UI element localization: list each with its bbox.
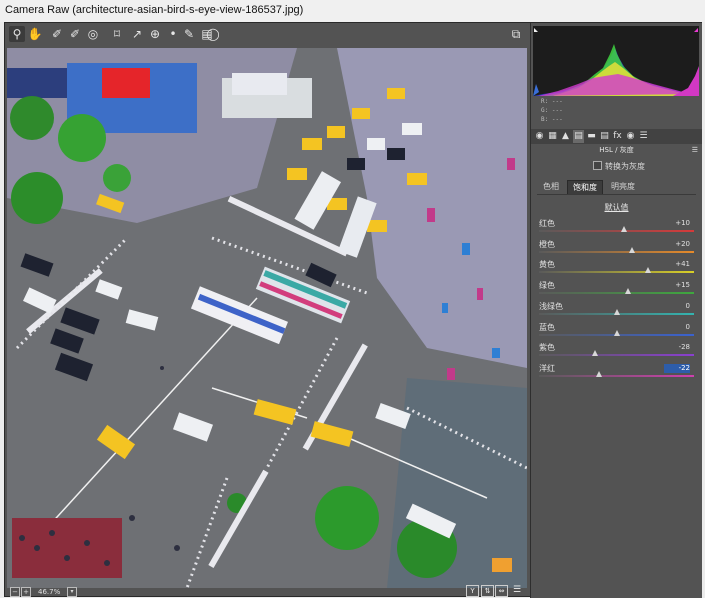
slider-thumb[interactable] [625,288,632,295]
panel-icon-bar: ◉ ▦ ▲ ▤ ▬ ▤ fx ◉ ☰ [531,129,702,144]
slider-value[interactable]: +15 [664,281,690,290]
convert-grayscale-row[interactable]: 转换为灰度 [593,161,645,172]
zoom-in-icon[interactable]: + [21,587,31,597]
zoom-icon[interactable]: ⚲ [9,26,25,42]
slider-label: 洋红 [539,363,555,373]
slider-track[interactable] [539,230,694,232]
slider-track[interactable] [539,271,694,274]
split-toning-icon[interactable]: ▬ [586,130,597,143]
slider-label: 橙色 [539,239,555,249]
slider-value[interactable]: -22 [664,363,690,373]
window-title-bar: Camera Raw (architecture-asian-bird-s-ey… [0,0,705,22]
spot-removal-icon[interactable]: ⊕ [147,26,163,42]
lens-corrections-icon[interactable]: ▤ [599,130,610,143]
tab-luminance[interactable]: 明亮度 [605,180,641,194]
target-adjust-icon[interactable]: ◎ [85,26,101,42]
slider-magenta[interactable]: 洋红 -22 [539,363,694,384]
zoom-dropdown-icon[interactable]: ▾ [67,587,77,597]
slider-label: 浅绿色 [539,301,563,311]
slider-blue[interactable]: 蓝色 0 [539,323,694,343]
white-balance-icon[interactable]: ✐ [49,26,65,42]
crop-icon[interactable]: ⌑ [109,26,125,42]
slider-thumb[interactable] [629,246,635,253]
fullscreen-icon[interactable]: ⧉ [508,26,524,42]
slider-label: 蓝色 [539,322,555,332]
slider-value[interactable]: -28 [664,343,690,352]
toolbar: ⚲ ✋ ✐ ✐ ◎ ⌑ ↗ ⊕ • ✎ ▤ ◯ ⧉ [5,23,529,47]
slider-thumb[interactable] [596,370,603,377]
slider-thumb[interactable] [591,350,598,357]
grayscale-label: 转换为灰度 [605,162,645,171]
tab-saturation[interactable]: 饱和度 [567,180,603,194]
window-title: Camera Raw (architecture-asian-bird-s-ey… [5,4,304,16]
hsl-tabs: 色相 饱和度 明亮度 [537,180,696,195]
zoom-out-icon[interactable]: − [10,587,20,597]
slider-green[interactable]: 绿色 +15 [539,281,694,301]
grayscale-checkbox[interactable] [593,161,602,170]
slider-track[interactable] [539,292,694,295]
copy-settings-icon[interactable]: ⇔ [495,585,508,597]
slider-label: 红色 [539,219,555,228]
camera-calibration-icon[interactable]: ◉ [625,130,636,143]
slider-yellow[interactable]: 黄色 +41 [539,260,694,280]
street-scene-photo [7,48,527,588]
slider-orange[interactable]: 橙色 +20 [539,240,694,260]
adjustment-brush-icon[interactable]: ✎ [181,26,197,42]
slider-value[interactable]: 0 [664,323,690,332]
slider-track[interactable] [539,354,694,357]
slider-aqua[interactable]: 浅绿色 0 [539,302,694,322]
histogram [533,26,699,96]
slider-purple[interactable]: 紫色 -28 [539,343,694,363]
default-link[interactable]: 默认值 [531,203,702,213]
hsl-panel-icon[interactable]: ▤ [573,130,584,143]
rgb-readout: R: --- G: --- B: --- [541,98,563,123]
right-panel: R: --- G: --- B: --- ◉ ▦ ▲ ▤ ▬ ▤ fx ◉ ☰ … [530,23,702,598]
radial-filter-icon[interactable]: ◯ [205,26,221,42]
camera-raw-window: ⚲ ✋ ✐ ✐ ◎ ⌑ ↗ ⊕ • ✎ ▤ ◯ ⧉ − + 46.7% ▾ Y … [4,22,702,598]
slider-red[interactable]: 红色 +10 [539,219,694,239]
slider-thumb[interactable] [621,226,628,232]
slider-thumb[interactable] [645,267,652,274]
zoom-level: 46.7% [38,588,61,596]
effects-panel-icon[interactable]: fx [612,130,623,143]
panel-title: HSL / 灰度 [599,146,634,154]
slider-label: 紫色 [539,343,555,353]
hand-icon[interactable]: ✋ [27,26,43,42]
color-sampler-icon[interactable]: ✐ [67,26,83,42]
detail-panel-icon[interactable]: ▲ [560,130,571,143]
image-preview[interactable] [7,48,527,588]
slider-value[interactable]: +41 [664,260,690,269]
preview-settings-icon[interactable]: ☰ [511,585,523,595]
tab-hue[interactable]: 色相 [537,180,565,194]
straighten-icon[interactable]: ↗ [129,26,145,42]
swap-before-after-icon[interactable]: ⇅ [481,585,494,597]
slider-track[interactable] [539,374,694,377]
red-eye-icon[interactable]: • [165,26,181,42]
slider-label: 绿色 [539,281,555,291]
presets-panel-icon[interactable]: ☰ [638,130,649,143]
before-after-y-icon[interactable]: Y [466,585,479,597]
slider-thumb[interactable] [613,308,620,315]
basic-panel-icon[interactable]: ◉ [534,130,545,143]
slider-value[interactable]: +10 [664,219,690,228]
slider-thumb[interactable] [613,329,620,336]
slider-track[interactable] [539,250,694,253]
slider-label: 黄色 [539,260,555,270]
slider-value[interactable]: +20 [664,240,690,249]
slider-value[interactable]: 0 [664,302,690,311]
tone-curve-icon[interactable]: ▦ [547,130,558,143]
panel-menu-icon[interactable]: ☰ [692,145,698,155]
